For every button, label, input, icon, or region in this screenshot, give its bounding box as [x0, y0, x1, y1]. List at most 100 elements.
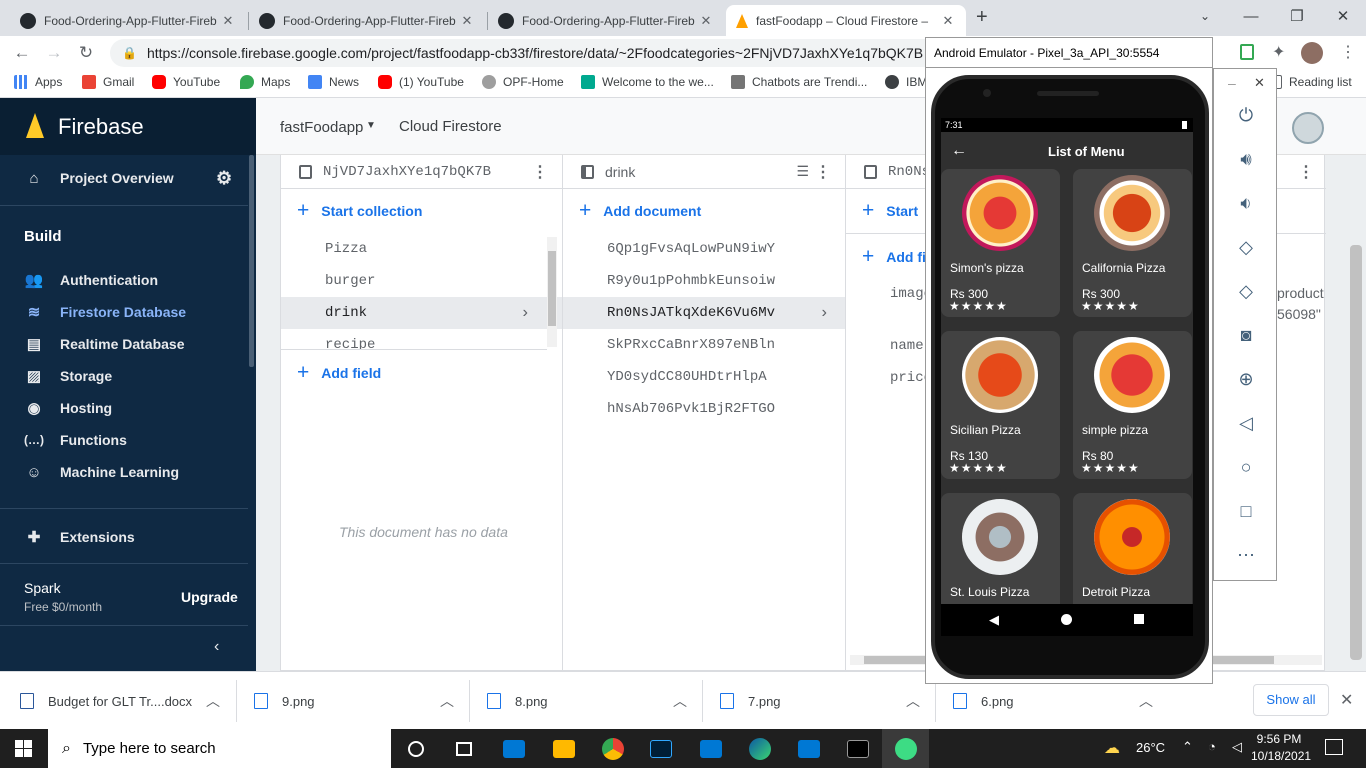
bookmark-welcome[interactable]: Welcome to the we... — [581, 75, 714, 89]
bookmark-news[interactable]: News — [308, 75, 359, 89]
list-item-selected[interactable]: drink › — [281, 297, 562, 329]
overview-icon[interactable]: □ — [1214, 501, 1278, 522]
list-item[interactable]: recipe — [281, 329, 562, 349]
home-icon[interactable]: ○ — [1214, 457, 1278, 478]
clock-time[interactable]: 9:56 PM — [1254, 732, 1304, 746]
close-icon[interactable]: ✕ — [459, 13, 475, 29]
menu-kebab-icon[interactable]: ⋮ — [1340, 42, 1356, 62]
sidebar-item-hosting[interactable]: ◉ Hosting — [0, 392, 248, 424]
emulator-close-icon[interactable]: ✕ — [1254, 75, 1265, 91]
download-item[interactable]: 7.png ︿ — [720, 682, 920, 720]
more-icon[interactable]: ⋯ — [1214, 545, 1278, 566]
collapse-sidebar-icon[interactable]: ‹ — [214, 638, 219, 656]
extension-icon[interactable] — [1240, 44, 1254, 60]
browser-tab-3[interactable]: Food-Ordering-App-Flutter-Fireb ✕ — [488, 5, 724, 36]
user-avatar[interactable] — [1292, 112, 1324, 144]
back-icon[interactable]: ← — [10, 42, 34, 64]
volume-up-icon[interactable]: 🔊︎ — [1214, 149, 1278, 170]
menu-card[interactable]: Detroit Pizza — [1073, 493, 1192, 604]
sidebar-item-machine-learning[interactable]: ☺ Machine Learning — [0, 456, 248, 488]
sidebar-item-firestore[interactable]: ≋ Firestore Database — [0, 296, 248, 328]
chevron-up-icon[interactable]: ︿ — [440, 691, 454, 711]
sidebar-item-project-overview[interactable]: ⌂ Project Overview ⚙ — [0, 162, 248, 194]
nav-back-icon[interactable]: ◀ — [989, 612, 999, 628]
list-item[interactable]: YD0sydCC80UHDtrHlpA — [563, 361, 845, 393]
power-icon[interactable]: ⏻ — [1214, 105, 1278, 126]
menu-card[interactable]: California Pizza Rs 300 ★★★★★ — [1073, 169, 1192, 317]
more-options-icon[interactable]: ⋮ — [532, 162, 548, 182]
sidebar-item-realtime-database[interactable]: ▤ Realtime Database — [0, 328, 248, 360]
close-icon[interactable]: ✕ — [220, 13, 236, 29]
firebase-brand[interactable]: Firebase — [0, 98, 256, 155]
download-item[interactable]: Budget for GLT Tr....docx ︿ — [20, 682, 220, 720]
more-options-icon[interactable]: ⋮ — [815, 162, 831, 182]
back-icon[interactable]: ◁ — [1214, 413, 1278, 434]
close-icon[interactable]: ✕ — [940, 13, 956, 29]
forward-icon[interactable]: → — [42, 42, 66, 64]
task-view-icon[interactable] — [440, 729, 487, 768]
reading-list[interactable]: Reading list — [1272, 75, 1352, 89]
add-field-button[interactable]: + Add field — [297, 361, 381, 385]
puzzle-icon[interactable]: ✦ — [1272, 42, 1285, 62]
file-explorer-icon[interactable] — [540, 729, 587, 768]
browser-tab-2[interactable]: Food-Ordering-App-Flutter-Fireb ✕ — [249, 5, 485, 36]
android-studio-icon[interactable] — [882, 729, 929, 768]
zoom-icon[interactable]: ⊕ — [1214, 369, 1278, 390]
browser-tab-active[interactable]: fastFoodapp – Cloud Firestore – ✕ — [726, 5, 966, 36]
menu-card[interactable]: Sicilian Pizza Rs 130 ★★★★★ — [941, 331, 1060, 479]
notifications-icon[interactable] — [1325, 739, 1343, 755]
browser-tab-1[interactable]: Food-Ordering-App-Flutter-Fireb ✕ — [10, 5, 246, 36]
restore-icon[interactable]: ❐ — [1274, 0, 1320, 32]
menu-card[interactable]: simple pizza Rs 80 ★★★★★ — [1073, 331, 1192, 479]
list-item-selected[interactable]: Rn0NsJATkqXdeK6Vu6Mv › — [563, 297, 845, 329]
chevron-up-icon[interactable]: ︿ — [906, 691, 920, 711]
taskbar-search-box[interactable]: ⌕ Type here to search — [48, 729, 391, 768]
volume-icon[interactable]: ◁ — [1232, 739, 1242, 755]
page-scrollbar[interactable] — [1350, 245, 1362, 660]
mail-icon[interactable] — [687, 729, 734, 768]
url-bar[interactable]: 🔒 https://console.firebase.google.com/pr… — [110, 39, 940, 67]
vscode-icon[interactable] — [785, 729, 832, 768]
emulator-minimize-icon[interactable]: – — [1228, 75, 1236, 91]
list-item[interactable]: SkPRxcCaBnrX897eNBln — [563, 329, 845, 361]
bookmark-maps[interactable]: Maps — [240, 75, 290, 89]
back-arrow-icon[interactable]: ← — [951, 142, 967, 160]
bookmark-youtube-2[interactable]: (1) YouTube — [378, 75, 464, 89]
edge-icon[interactable] — [736, 729, 783, 768]
cortana-icon[interactable] — [392, 729, 439, 768]
camera-icon[interactable]: ◙ — [1214, 325, 1278, 346]
close-downloads-icon[interactable]: ✕ — [1340, 690, 1353, 710]
tray-chevron-icon[interactable]: ⌃ — [1182, 739, 1193, 755]
download-item[interactable]: 8.png ︿ — [487, 682, 687, 720]
download-item[interactable]: 6.png ︿ — [953, 682, 1153, 720]
chevron-up-icon[interactable]: ︿ — [206, 691, 220, 711]
dropdown-icon[interactable]: ▼ — [366, 120, 376, 131]
bookmark-ibm[interactable]: IBM — [885, 75, 927, 89]
chevron-up-icon[interactable]: ︿ — [673, 691, 687, 711]
list-item[interactable]: 6Qp1gFvsAqLowPuN9iwY — [563, 233, 845, 265]
close-icon[interactable]: ✕ — [698, 13, 714, 29]
bookmark-youtube[interactable]: YouTube — [152, 75, 220, 89]
nav-recents-icon[interactable] — [1134, 614, 1144, 624]
chrome-icon[interactable] — [589, 729, 636, 768]
sidebar-item-extensions[interactable]: ✚ Extensions — [0, 521, 248, 553]
add-document-button[interactable]: + Add document — [579, 199, 701, 223]
windows-start-icon[interactable] — [0, 729, 47, 768]
sidebar-item-authentication[interactable]: 👥 Authentication — [0, 264, 248, 296]
window-close-icon[interactable]: ✕ — [1320, 0, 1366, 32]
rotate-left-icon[interactable]: ◇ — [1214, 237, 1278, 258]
tab-search-icon[interactable]: ⌄ — [1182, 0, 1228, 32]
chevron-up-icon[interactable]: ︿ — [1139, 691, 1153, 711]
add-field-button[interactable]: + Add fi — [862, 245, 926, 269]
new-tab-button[interactable]: + — [976, 6, 988, 29]
bookmark-opf-home[interactable]: OPF-Home — [482, 75, 564, 89]
network-icon[interactable]: ◔ — [1208, 739, 1216, 754]
sidebar-scrollbar[interactable] — [249, 155, 254, 367]
nav-home-icon[interactable] — [1061, 614, 1072, 625]
clock-date[interactable]: 10/18/2021 — [1251, 749, 1311, 763]
menu-card[interactable]: Simon's pizza Rs 300 ★★★★★ — [941, 169, 1060, 317]
show-all-button[interactable]: Show all — [1253, 684, 1329, 716]
start-collection-button[interactable]: + Start — [862, 199, 918, 223]
list-item[interactable]: Pizza — [281, 233, 562, 265]
project-selector[interactable]: fastFoodapp — [280, 119, 363, 136]
